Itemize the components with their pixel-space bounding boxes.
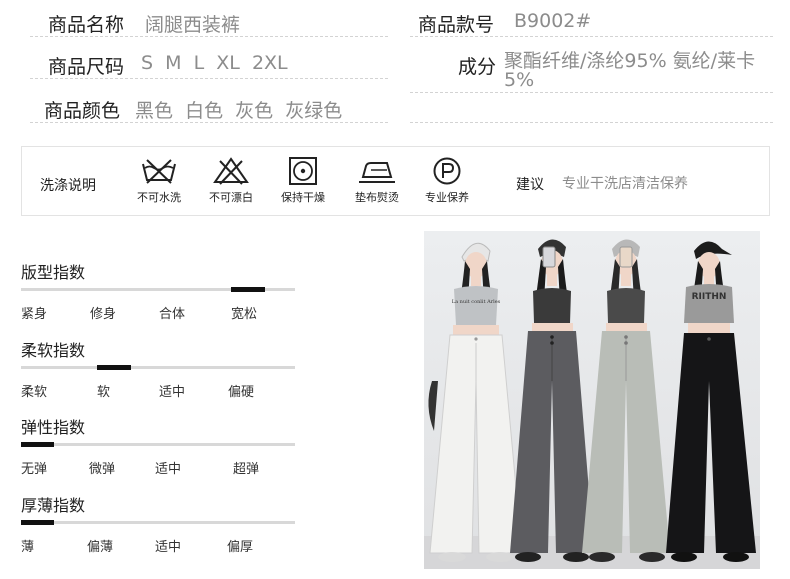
no-water-wash-icon	[142, 159, 176, 184]
index-label: 偏硬	[228, 385, 255, 400]
info-row-color: 商品颜色 黑色 白色 灰色 灰绿色	[30, 92, 388, 123]
index-label: 偏薄	[87, 540, 114, 555]
wash-label: 保持干燥	[281, 191, 325, 204]
info-row-code: 商品款号 B9002#	[410, 6, 773, 37]
product-color-value: 黑色 白色 灰色 灰绿色	[135, 100, 343, 122]
model-photo: La nuit conlit Arles RIITHN	[424, 231, 760, 569]
professional-care-icon	[433, 157, 461, 185]
softness-index: 柔软指数 柔软 软 适中 偏硬	[21, 337, 301, 401]
index-title: 版型指数	[21, 263, 86, 282]
shirt-print-text: RIITHN	[692, 292, 727, 302]
index-label: 软	[97, 385, 111, 400]
wash-label: 不可漂白	[209, 191, 253, 204]
iron-with-cloth-icon	[359, 162, 395, 183]
wash-title: 洗涤说明	[40, 178, 96, 194]
product-size-label: 商品尺码	[48, 56, 125, 78]
wash-label: 不可水洗	[137, 191, 181, 204]
index-label: 柔软	[21, 385, 48, 400]
index-label: 宽松	[231, 307, 258, 322]
wash-item-no-bleach: 不可漂白	[196, 157, 266, 205]
product-color-label: 商品颜色	[44, 100, 121, 122]
index-label: 无弹	[21, 462, 48, 477]
index-track	[21, 442, 295, 447]
product-code-value: B9002#	[514, 10, 592, 32]
index-label: 紧身	[21, 307, 48, 322]
no-bleach-icon	[213, 157, 249, 185]
product-name-value: 阔腿西装裤	[145, 14, 241, 36]
elasticity-index: 弹性指数 无弹 微弹 适中 超弹	[21, 414, 301, 478]
index-marker	[21, 442, 54, 447]
index-title: 弹性指数	[21, 418, 86, 437]
index-title: 柔软指数	[21, 341, 86, 360]
index-label: 超弹	[233, 462, 260, 477]
product-material-value: 聚酯纤维/涤纶95% 氨纶/莱卡5%	[504, 50, 756, 91]
info-row-blank	[410, 92, 773, 123]
index-label: 适中	[159, 385, 186, 400]
index-label: 修身	[90, 307, 117, 322]
index-label: 合体	[159, 307, 186, 322]
index-marker	[97, 365, 131, 370]
index-label: 薄	[21, 540, 35, 555]
product-code-label: 商品款号	[418, 14, 495, 36]
info-row-name: 商品名称 阔腿西装裤	[30, 6, 388, 37]
index-track	[21, 520, 295, 525]
index-track	[21, 365, 295, 370]
wash-item-pro-care: 专业保养	[412, 157, 482, 205]
index-title: 厚薄指数	[21, 496, 86, 515]
index-label: 适中	[155, 462, 182, 477]
wash-instructions-box: 洗涤说明 不可水洗 不可漂白 保持干燥 垫布熨烫 专业保养 建议 专业干洗店清洁…	[21, 146, 770, 216]
index-label: 适中	[155, 540, 182, 555]
index-label: 偏厚	[227, 540, 254, 555]
fit-index: 版型指数 紧身 修身 合体 宽松	[21, 259, 301, 323]
wash-item-iron: 垫布熨烫	[342, 157, 412, 205]
wash-item-tumble-dry: 保持干燥	[268, 157, 338, 205]
thickness-index: 厚薄指数 薄 偏薄 适中 偏厚	[21, 492, 301, 556]
index-label: 微弹	[89, 462, 116, 477]
wash-label: 垫布熨烫	[355, 191, 399, 204]
suggest-label: 建议	[516, 177, 544, 193]
product-size-value: S M L XL 2XL	[141, 52, 288, 74]
index-marker	[231, 287, 265, 292]
info-row-material: 成分 聚酯纤维/涤纶95% 氨纶/莱卡5%	[410, 48, 773, 93]
wash-item-no-water: 不可水洗	[124, 157, 194, 205]
four-models-wide-leg-pants-illustration: La nuit conlit Arles RIITHN	[424, 231, 760, 569]
suggest-value: 专业干洗店清洁保养	[562, 176, 688, 192]
tumble-dry-icon	[289, 157, 317, 185]
wash-label: 专业保养	[425, 191, 469, 204]
index-track	[21, 287, 295, 292]
info-row-size: 商品尺码 S M L XL 2XL	[30, 48, 388, 79]
shirt-print-text: La nuit conlit Arles	[452, 299, 501, 305]
product-name-label: 商品名称	[48, 14, 125, 36]
product-material-label: 成分	[458, 56, 497, 78]
index-marker	[21, 520, 54, 525]
